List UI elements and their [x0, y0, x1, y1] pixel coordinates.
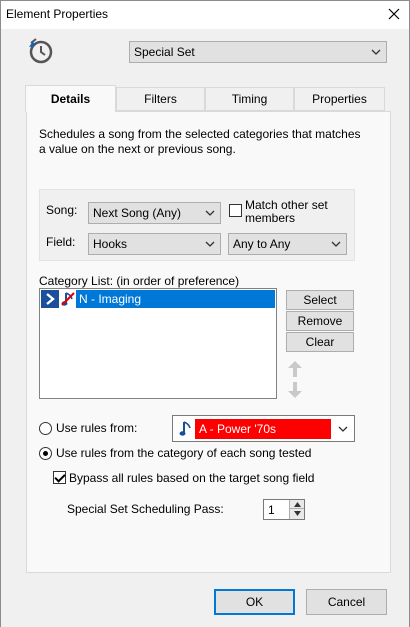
category-item-label: N - Imaging	[76, 290, 275, 308]
window-title: Element Properties	[6, 7, 109, 21]
caret-down-icon	[293, 511, 301, 516]
chevron-down-icon	[371, 49, 381, 55]
stepper-up-button[interactable]	[290, 500, 304, 509]
clear-button[interactable]: Clear	[286, 332, 354, 352]
song-select[interactable]: Next Song (Any)	[88, 202, 221, 224]
tab-properties[interactable]: Properties	[294, 87, 385, 111]
field-value: Hooks	[93, 237, 128, 251]
field-select[interactable]: Hooks	[88, 233, 221, 255]
element-properties-dialog: Element Properties Special Set Details F…	[0, 0, 410, 627]
field-label: Field:	[46, 235, 76, 249]
song-value: Next Song (Any)	[93, 206, 182, 220]
cancel-button[interactable]: Cancel	[306, 589, 387, 615]
range-value: Any to Any	[233, 237, 291, 251]
move-up-button[interactable]	[285, 359, 305, 379]
music-note-icon	[179, 421, 191, 436]
use-rules-from-radio[interactable]	[39, 422, 52, 435]
current-row-arrow-icon	[41, 290, 59, 308]
description-text: Schedules a song from the selected categ…	[39, 127, 361, 156]
remove-button[interactable]: Remove	[286, 311, 354, 331]
title-bar: Element Properties	[1, 1, 409, 29]
use-rules-from-select[interactable]: A - Power '70s	[172, 415, 355, 442]
remove-button-label: Remove	[297, 314, 343, 328]
category-listbox[interactable]: N - Imaging	[39, 288, 277, 399]
imaging-category-icon	[59, 290, 76, 308]
category-list-label: Category List: (in order of preference)	[39, 274, 240, 288]
tab-timing-label: Timing	[231, 92, 268, 106]
list-item[interactable]: N - Imaging	[41, 290, 275, 308]
match-other-set-members-checkbox[interactable]	[229, 204, 242, 217]
scheduling-pass-stepper[interactable]: 1	[263, 499, 305, 520]
scheduling-pass-label: Special Set Scheduling Pass:	[67, 502, 224, 516]
tab-properties-label: Properties	[312, 92, 367, 106]
arrow-up-icon	[288, 361, 302, 377]
clear-button-label: Clear	[305, 335, 335, 349]
arrow-down-icon	[288, 382, 302, 398]
bypass-rules-checkbox[interactable]	[53, 471, 66, 484]
chevron-down-icon	[205, 210, 215, 216]
caret-up-icon	[293, 501, 301, 507]
tab-filters[interactable]: Filters	[116, 87, 205, 111]
move-down-button[interactable]	[285, 380, 305, 400]
ok-button-label: OK	[245, 595, 264, 609]
use-rules-from-value: A - Power '70s	[195, 419, 331, 439]
close-icon	[388, 8, 400, 20]
chevron-down-icon	[331, 241, 341, 247]
bypass-rules-label: Bypass all rules based on the target son…	[69, 471, 315, 485]
tab-details[interactable]: Details	[25, 85, 116, 112]
stepper-down-button[interactable]	[290, 509, 304, 518]
tab-filters-label: Filters	[144, 92, 177, 106]
tab-details-label: Details	[50, 92, 91, 106]
use-rules-category-radio[interactable]	[39, 447, 52, 460]
element-type-select[interactable]: Special Set	[129, 41, 387, 63]
scheduling-pass-value: 1	[268, 503, 275, 517]
song-label: Song:	[46, 203, 78, 217]
element-type-value: Special Set	[134, 45, 195, 59]
cancel-button-label: Cancel	[327, 595, 366, 609]
special-set-clock-icon	[29, 38, 53, 64]
range-select[interactable]: Any to Any	[228, 233, 347, 255]
tab-timing[interactable]: Timing	[205, 87, 294, 111]
chevron-down-icon	[205, 241, 215, 247]
use-rules-from-label: Use rules from:	[56, 421, 138, 435]
chevron-down-icon	[338, 426, 348, 432]
close-button[interactable]	[383, 3, 405, 25]
use-rules-category-label: Use rules from the category of each song…	[56, 446, 312, 460]
stepper-buttons	[289, 500, 304, 519]
ok-button[interactable]: OK	[214, 589, 295, 615]
match-other-set-members-label: Match other set members	[245, 198, 328, 225]
select-button-label: Select	[303, 293, 337, 307]
select-button[interactable]: Select	[286, 290, 354, 310]
